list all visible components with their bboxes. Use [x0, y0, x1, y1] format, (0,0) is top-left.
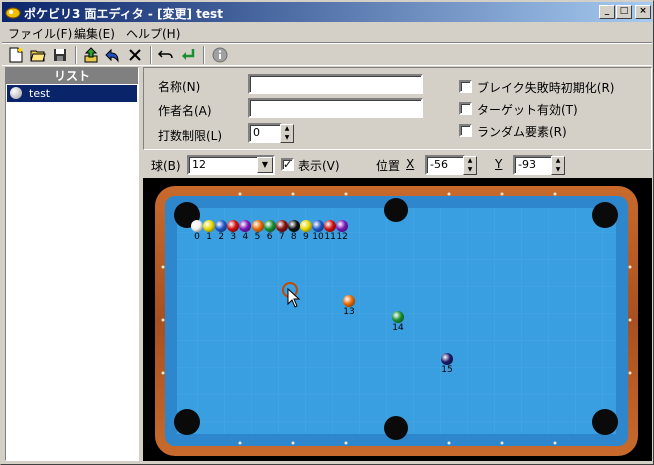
list-header: リスト [6, 68, 138, 84]
upload-icon[interactable] [82, 46, 100, 64]
stepper-up-icon[interactable]: ▲ [552, 157, 564, 166]
pool-ball-14[interactable] [392, 311, 404, 323]
new-file-icon[interactable] [7, 46, 25, 64]
properties-panel: 名称(N) 作者名(A) 打数制限(L) 0 ▲ ▼ ブレイク失敗時初期化(R)… [143, 67, 652, 150]
stepper-down-icon[interactable]: ▼ [464, 166, 476, 175]
minimize-button[interactable]: _ [599, 5, 615, 19]
ball-control-row: 球(B) 12 ▼ ✓ 表示(V) 位置 X -56 ▲ ▼ Y -93 ▲ ▼ [143, 153, 652, 177]
author-label: 作者名(A) [158, 104, 212, 118]
pool-ball-1[interactable] [203, 220, 216, 232]
toolbar-separator [75, 46, 77, 64]
pool-ball-5[interactable] [251, 220, 264, 232]
author-field[interactable] [248, 98, 423, 118]
ball-number-label: 10 [312, 232, 324, 242]
target-enable-checkbox[interactable] [459, 102, 472, 115]
stepper-up-icon[interactable]: ▲ [464, 157, 476, 166]
pool-ball-13[interactable] [343, 295, 355, 307]
pool-ball-7[interactable] [275, 220, 288, 232]
toolbar-separator [203, 46, 205, 64]
ball-number-label: 4 [242, 232, 249, 242]
stepper-down-icon[interactable]: ▼ [281, 134, 293, 143]
delete-icon[interactable] [126, 46, 144, 64]
pool-ball-6[interactable] [263, 220, 276, 232]
y-label: Y [495, 157, 503, 171]
show-label: 表示(V) [298, 159, 340, 173]
ball-number-label: 13 [343, 307, 355, 317]
ball-number-label: 2 [218, 232, 225, 242]
enter-icon[interactable] [179, 46, 197, 64]
target-enable-label: ターゲット有効(T) [477, 103, 578, 117]
toolbar [2, 42, 652, 66]
break-reset-checkbox[interactable] [459, 80, 472, 93]
menu-help[interactable]: ヘルプ(H) [126, 25, 180, 42]
open-folder-icon[interactable] [29, 46, 47, 64]
chevron-down-icon[interactable]: ▼ [257, 157, 273, 173]
save-icon[interactable] [51, 46, 69, 64]
pool-ball-15[interactable] [441, 353, 453, 365]
stepper-down-icon[interactable]: ▼ [552, 166, 564, 175]
menu-file[interactable]: ファイル(F) [8, 25, 72, 42]
ball-number-label: 0 [194, 232, 200, 242]
x-stepper[interactable]: ▲ ▼ [463, 156, 477, 175]
pool-ball-11[interactable] [324, 220, 337, 232]
name-field[interactable] [248, 74, 423, 94]
title-bar[interactable]: ポケビリ3 面エディタ - [変更] test _ □ × [2, 2, 652, 22]
pool-ball-8[interactable] [287, 220, 300, 232]
x-field[interactable]: -56 [425, 155, 465, 175]
shot-limit-stepper[interactable]: ▲ ▼ [280, 124, 294, 143]
stepper-up-icon[interactable]: ▲ [281, 125, 293, 134]
name-label: 名称(N) [158, 80, 201, 94]
shot-limit-field[interactable]: 0 [248, 123, 282, 143]
back-arrow-icon[interactable] [104, 46, 122, 64]
random-element-label: ランダム要素(R) [477, 125, 567, 139]
ball-number-label: 6 [266, 232, 273, 242]
undo-icon[interactable] [157, 46, 175, 64]
ball-number-label: 8 [290, 232, 297, 242]
ball-number-label: 5 [254, 232, 261, 242]
list-item-label: test [29, 87, 51, 100]
break-reset-label: ブレイク失敗時初期化(R) [477, 81, 615, 95]
ball-number-label: 14 [392, 323, 404, 333]
ball-icon [10, 87, 22, 99]
pool-ball-10[interactable] [312, 220, 324, 232]
ball-number-label: 9 [303, 232, 309, 242]
list-item[interactable]: test [7, 85, 137, 102]
show-checkbox[interactable]: ✓ [281, 158, 294, 171]
maximize-button[interactable]: □ [616, 5, 632, 19]
close-button[interactable]: × [635, 5, 651, 19]
editor-window: ポケビリ3 面エディタ - [変更] test _ □ × ファイル(F) 編集… [0, 0, 654, 465]
menu-bar: ファイル(F) 編集(E) ヘルプ(H) [2, 22, 652, 41]
ball-label: 球(B) [151, 159, 181, 173]
mouse-cursor-icon [287, 288, 301, 308]
y-field[interactable]: -93 [513, 155, 553, 175]
pool-ball-9[interactable] [299, 220, 312, 232]
pool-ball-0[interactable] [191, 220, 203, 232]
menu-edit[interactable]: 編集(E) [74, 25, 115, 42]
position-label: 位置 [376, 159, 401, 173]
ball-number-label: 7 [278, 232, 285, 242]
ball-number-label: 11 [324, 232, 336, 242]
ball-number-label: 15 [441, 365, 453, 375]
ball-select[interactable]: 12 ▼ [187, 155, 275, 175]
ball-select-value: 12 [192, 158, 206, 171]
y-stepper[interactable]: ▲ ▼ [551, 156, 565, 175]
level-list: リスト test [5, 67, 139, 461]
ball-number-label: 3 [230, 232, 237, 242]
window-title: ポケビリ3 面エディタ - [変更] test [24, 7, 223, 21]
random-element-checkbox[interactable] [459, 124, 472, 137]
info-icon[interactable] [211, 46, 229, 64]
ball-number-label: 12 [336, 232, 348, 242]
toolbar-separator [150, 46, 152, 64]
pool-table-canvas[interactable]: 0 1 2 3 4 5 6 7 8 9 10 11 12 13 14 15 [143, 178, 652, 461]
ball-number-label: 1 [206, 232, 212, 242]
x-label: X [406, 157, 415, 171]
shot-limit-label: 打数制限(L) [158, 129, 223, 143]
app-icon [5, 7, 21, 19]
